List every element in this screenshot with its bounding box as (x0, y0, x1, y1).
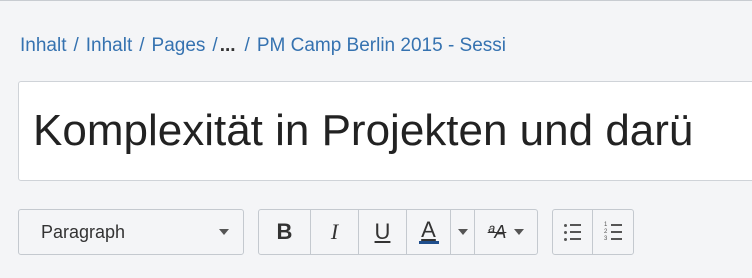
editor-header: Inhalt / Inhalt / Pages / ... / PM Camp … (0, 0, 752, 278)
text-color-letter: A (421, 217, 436, 242)
text-color-button[interactable]: A (407, 210, 451, 254)
bold-button[interactable]: B (259, 210, 311, 254)
breadcrumb-link-pages[interactable]: Pages (152, 35, 206, 57)
more-formatting-dropdown[interactable]: ªA (475, 210, 537, 254)
breadcrumb-separator: / (73, 35, 79, 56)
bullet-list-button[interactable] (553, 210, 593, 254)
paragraph-format-dropdown[interactable]: Paragraph (19, 210, 243, 254)
chevron-down-icon (457, 229, 468, 235)
chevron-down-icon (514, 229, 525, 235)
page-title-field[interactable]: Komplexität in Projekten und darü (18, 81, 752, 181)
paragraph-format-label: Paragraph (41, 221, 126, 242)
breadcrumb-link-inhalt-2[interactable]: Inhalt (86, 35, 132, 57)
paragraph-group: Paragraph (18, 209, 244, 255)
breadcrumb-separator: / (139, 35, 145, 56)
text-style-group: B I U A ªA (258, 209, 538, 255)
breadcrumb-link-inhalt[interactable]: Inhalt (20, 35, 66, 57)
list-group: 1 2 3 (552, 209, 634, 255)
breadcrumb-separator: / (212, 35, 218, 56)
bullet-list-icon (564, 223, 581, 241)
underline-button[interactable]: U (359, 210, 407, 254)
numbered-list-icon: 1 2 3 (604, 222, 622, 242)
text-color-swatch (418, 241, 439, 244)
numbered-list-button[interactable]: 1 2 3 (593, 210, 633, 254)
text-color-dropdown[interactable] (451, 210, 475, 254)
clear-formatting-icon: ªA (487, 221, 507, 242)
breadcrumb-ellipsis[interactable]: ... (220, 35, 238, 57)
editor-toolbar: Paragraph B I U A ªA 1 2 3 (18, 209, 648, 255)
breadcrumb-link-current-page[interactable]: PM Camp Berlin 2015 - Sessi (257, 35, 506, 57)
breadcrumb: Inhalt / Inhalt / Pages / ... / PM Camp … (20, 31, 506, 61)
italic-button[interactable]: I (311, 210, 359, 254)
breadcrumb-separator: / (244, 35, 250, 56)
page-title-input[interactable]: Komplexität in Projekten und darü (33, 100, 752, 162)
chevron-down-icon (219, 229, 229, 235)
